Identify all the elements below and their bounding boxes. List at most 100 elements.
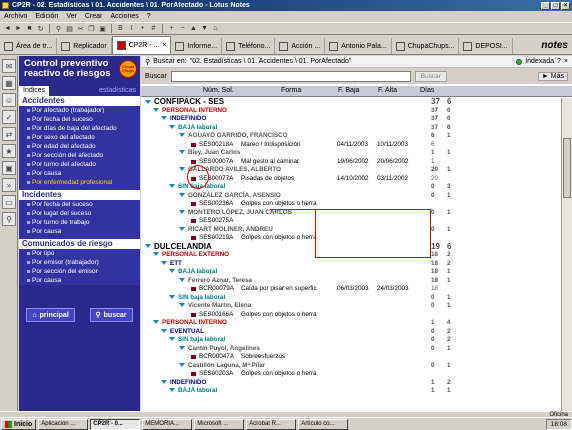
twistie-icon[interactable] [179, 192, 185, 197]
menu-edicion[interactable]: Edición [35, 13, 58, 20]
nav-item[interactable]: Por lugar del suceso [19, 209, 140, 218]
twistie-icon[interactable] [179, 226, 185, 231]
calendar-icon[interactable]: ▦ [2, 76, 16, 90]
todo-icon[interactable]: ✓ [2, 110, 16, 124]
twistie-icon[interactable] [179, 150, 185, 155]
twistie-icon[interactable] [169, 294, 175, 299]
nav-item[interactable]: Por turno del afectado [19, 160, 140, 169]
taskbar-item[interactable]: Artículo co... [298, 418, 349, 430]
search-button[interactable]: Buscar [414, 70, 447, 82]
nav-item-selected[interactable]: Por enfermedad profesional [19, 178, 140, 187]
category-row[interactable]: GONZÁLEZ GARCÍA, ASENSIO 0 1 [141, 192, 561, 201]
col-forma[interactable]: Forma [281, 87, 301, 94]
taskbar-item[interactable]: Microsoft ... [194, 418, 245, 430]
tab-telefono[interactable]: Teléfono... [222, 38, 276, 54]
bold-icon[interactable]: B [116, 24, 125, 33]
category-row[interactable]: Castillón Laguna, Mª Pilar 0 1 [141, 362, 561, 371]
search-icon[interactable]: ⚲ [2, 212, 16, 226]
twistie-icon[interactable] [179, 277, 185, 282]
twistie-icon[interactable] [169, 269, 175, 274]
twistie-icon[interactable] [169, 388, 175, 393]
tab-workspace[interactable]: Área de tr... [0, 38, 58, 54]
minimize-button[interactable]: _ [541, 1, 550, 10]
menu-crear[interactable]: Crear [85, 13, 103, 20]
contacts-icon[interactable]: ☺ [2, 93, 16, 107]
category-row[interactable]: CONFIPACK - SES 37 6 [141, 98, 561, 107]
twistie-icon[interactable] [161, 116, 167, 121]
category-row[interactable]: SIN baja laboral 0 2 [141, 336, 561, 345]
nav-item[interactable]: Por causa [19, 276, 140, 285]
tab-estadisticas[interactable]: estadísticas [95, 86, 140, 96]
tab-chupachups[interactable]: ChupaChups... [392, 38, 460, 54]
help-icon[interactable]: ? [557, 58, 561, 65]
nav-item[interactable]: Por fecha del suceso [19, 115, 140, 124]
attach-icon[interactable]: ⌂ [211, 24, 220, 33]
italic-icon[interactable]: I [127, 24, 136, 33]
number-icon[interactable]: # [149, 24, 158, 33]
twistie-icon[interactable] [153, 320, 159, 325]
nav-item[interactable]: Por causa [19, 227, 140, 236]
nav-item[interactable]: Por sección del afectado [19, 151, 140, 160]
col-falta[interactable]: F. Alta [378, 87, 397, 94]
start-button[interactable]: Inicio [1, 418, 37, 430]
down-icon[interactable]: ▼ [200, 24, 209, 33]
category-row[interactable]: AGUAYO GARRIDO, FRANCISCO 6 1 [141, 132, 561, 141]
twistie-icon[interactable] [145, 99, 151, 104]
nav-item[interactable]: Por sexo del afectado [19, 133, 140, 142]
twistie-icon[interactable] [179, 303, 185, 308]
menu-archivo[interactable]: Archivo [4, 13, 27, 20]
twistie-icon[interactable] [179, 167, 185, 172]
principal-button[interactable]: ⌂ principal [26, 308, 75, 322]
expand-icon[interactable]: + [167, 24, 176, 33]
back-icon[interactable]: ◄ [3, 24, 12, 33]
category-row[interactable]: Bley, Juan Carlos 1 1 [141, 149, 561, 158]
tab-informe[interactable]: Informe... [171, 38, 223, 54]
tab-antonio[interactable]: Antonio Pala... [325, 38, 392, 54]
category-row[interactable]: SIN baja laboral 0 1 [141, 294, 561, 303]
twistie-icon[interactable] [153, 252, 159, 257]
replication-icon[interactable]: ⇄ [2, 127, 16, 141]
twistie-icon[interactable] [153, 107, 159, 112]
col-dias[interactable]: Días [420, 87, 434, 94]
menu-acciones[interactable]: Acciones [110, 13, 138, 20]
twistie-icon[interactable] [179, 345, 185, 350]
twistie-icon[interactable] [161, 328, 167, 333]
col-num-sol[interactable]: Núm. Sol. [203, 87, 234, 94]
taskbar-item[interactable]: Acrobat R... [246, 418, 297, 430]
collapse-icon[interactable]: − [178, 24, 187, 33]
scroll-thumb[interactable] [563, 138, 571, 198]
category-row[interactable]: BAJA laboral 1 1 [141, 387, 561, 396]
twistie-icon[interactable] [179, 209, 185, 214]
document-row[interactable]: BCR00047A Sobreesfuerzos [141, 353, 561, 362]
more-options-button[interactable]: ► Más [537, 71, 568, 81]
folder-icon[interactable]: ▭ [2, 195, 16, 209]
document-row[interactable]: SES00203A Golpes con objetos o herra [141, 370, 561, 379]
tab-deposi[interactable]: DEPOSI... [459, 38, 513, 54]
tab-cp2r[interactable]: CP2R - ... × [111, 36, 172, 54]
nav-item[interactable]: Por causa [19, 169, 140, 178]
nav-item[interactable]: Por emisor (trabajador) [19, 258, 140, 267]
twistie-icon[interactable] [179, 362, 185, 367]
nav-item[interactable]: Por turno de trabajo [19, 218, 140, 227]
search-icon[interactable]: ⚲ [54, 24, 63, 33]
buscar-button[interactable]: ⚲ buscar [89, 308, 133, 322]
twistie-icon[interactable] [169, 184, 175, 189]
twistie-icon[interactable] [169, 124, 175, 129]
taskbar-item-active[interactable]: CP2R - 0... [90, 418, 141, 430]
tab-replicator[interactable]: Replicador [57, 38, 112, 54]
col-fbaja[interactable]: F. Baja [338, 87, 359, 94]
category-row[interactable]: EVENTUAL 0 2 [141, 328, 561, 337]
more-bookmarks-icon[interactable]: » [2, 178, 16, 192]
bullet-icon[interactable]: • [138, 24, 147, 33]
category-row[interactable]: PERSONAL INTERNO 1 4 [141, 319, 561, 328]
twistie-icon[interactable] [145, 244, 151, 249]
up-icon[interactable]: ▲ [189, 24, 198, 33]
twistie-icon[interactable] [161, 260, 167, 265]
category-row[interactable]: Ferrero Aznar, Teresa 18 1 [141, 277, 561, 286]
close-tab-icon[interactable]: × [162, 42, 166, 49]
document-row[interactable]: SES00236A Golpes con objetos o herra [141, 200, 561, 209]
search-input[interactable] [170, 70, 411, 82]
twistie-icon[interactable] [161, 379, 167, 384]
category-row[interactable]: Cantín Puyol, Angelines 0 1 [141, 345, 561, 354]
document-row[interactable]: SES00166A Golpes con objetos o herra [141, 311, 561, 320]
